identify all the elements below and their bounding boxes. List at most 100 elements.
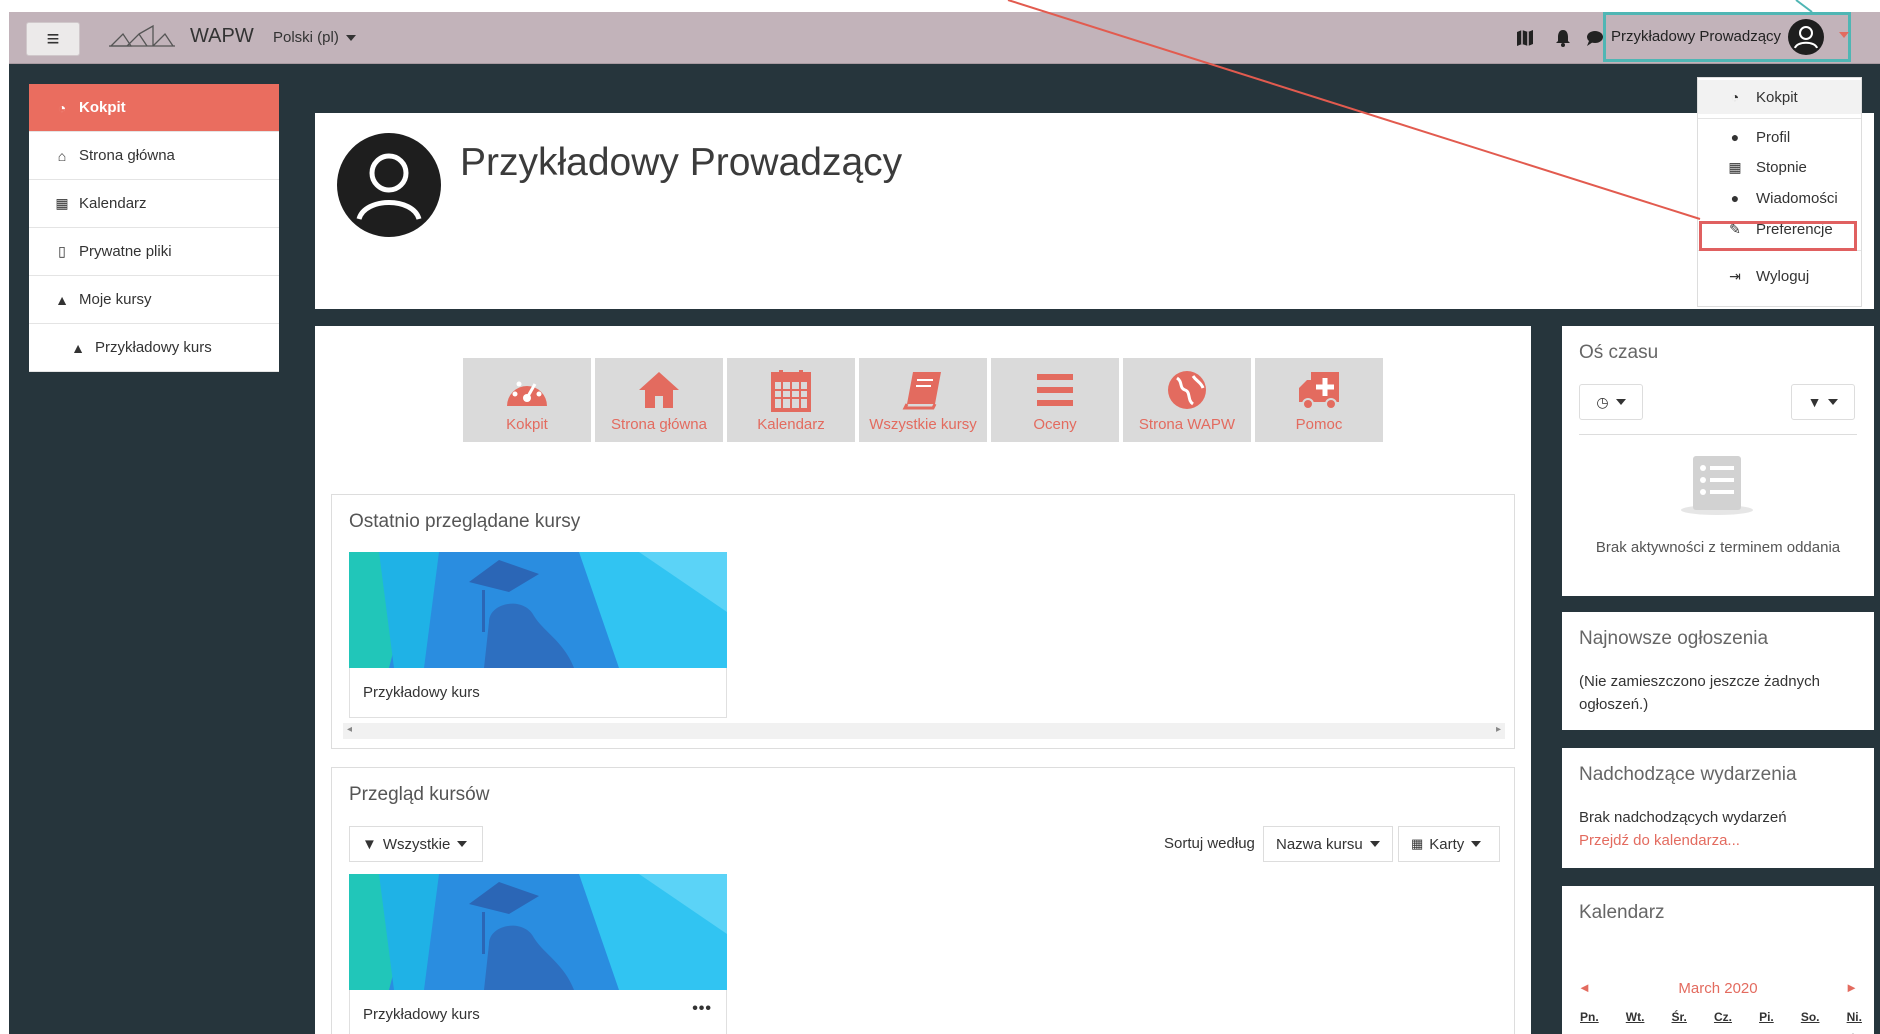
go-to-calendar-link[interactable]: Przejdź do kalendarza... — [1579, 832, 1740, 849]
user-menu-name[interactable]: Przykładowy Prowadzący — [1611, 28, 1781, 45]
weekday: Śr. — [1671, 1010, 1687, 1024]
user-menu-item-stopnie[interactable]: ▦ Stopnie — [1698, 154, 1861, 180]
block-title: Ostatnio przeglądane kursy — [349, 511, 581, 532]
user-menu-item-wyloguj[interactable]: ⇥ Wyloguj — [1698, 263, 1861, 289]
page-title: Przykładowy Prowadzący — [460, 141, 903, 184]
chevron-down-icon — [1369, 841, 1380, 847]
tile-label: Wszystkie kursy — [869, 416, 977, 433]
chat-icon: ● — [1730, 190, 1740, 206]
sidebar-item-label: Kokpit — [79, 99, 126, 116]
tile-label: Kokpit — [506, 416, 548, 433]
view-dropdown[interactable]: ▦ Karty — [1398, 826, 1500, 862]
sidebar-item-strona-glowna[interactable]: ⌂ Strona główna — [29, 132, 279, 180]
divider — [1579, 434, 1857, 435]
graduation-cap-icon: ▲ — [71, 339, 85, 356]
language-menu[interactable]: Polski (pl) — [273, 29, 356, 46]
user-menu-chevron-icon[interactable] — [1839, 32, 1849, 38]
course-card-footer[interactable]: Przykładowy kurs — [349, 668, 727, 718]
filter-dropdown[interactable]: ▼ Wszystkie — [349, 826, 483, 862]
chevron-down-icon — [457, 841, 468, 847]
wapw-logo — [109, 24, 175, 47]
calendar-next-icon[interactable]: ► — [1845, 980, 1858, 995]
main-region: Kokpit Strona główna Kalendarz Wszystkie… — [315, 326, 1531, 1034]
menu-toggle-button[interactable]: ≡ — [26, 22, 80, 56]
ambulance-icon — [1299, 372, 1339, 410]
upcoming-text: Brak nadchodzących wydarzeń — [1579, 809, 1787, 826]
chevron-down-icon — [1615, 399, 1626, 405]
dashboard-icon: ◔ — [57, 99, 67, 116]
chat-icon[interactable] — [1585, 28, 1605, 48]
sidebar-item-kokpit[interactable]: ◔ Kokpit — [29, 84, 279, 132]
file-icon: ▯ — [58, 243, 66, 259]
sidebar-item-label: Moje kursy — [79, 291, 152, 308]
weekday: Wt. — [1625, 1010, 1645, 1024]
sidebar-item-przykladowy-kurs[interactable]: ▲ Przykładowy kurs — [29, 324, 279, 372]
calendar-weekdays: Pn. Wt. Śr. Cz. Pi. So. Ni. — [1580, 1010, 1862, 1024]
timeline-day-filter[interactable]: ◷ — [1579, 384, 1643, 420]
chevron-down-icon — [1471, 841, 1482, 847]
recent-courses-block: Ostatnio przeglądane kursy Przykładowy k… — [331, 494, 1515, 749]
user-menu-item-label: Profil — [1756, 128, 1791, 146]
user-icon: ● — [1730, 129, 1740, 145]
tile-pomoc[interactable]: Pomoc — [1255, 358, 1383, 442]
filter-icon: ▼ — [362, 835, 377, 853]
tile-strona-wapw[interactable]: Strona WAPW — [1123, 358, 1251, 442]
block-title: Kalendarz — [1579, 902, 1665, 923]
tile-wszystkie-kursy[interactable]: Wszystkie kursy — [859, 358, 987, 442]
calendar-block: Kalendarz ◄ March 2020 ► Pn. Wt. Śr. Cz.… — [1562, 886, 1874, 1034]
user-menu-item-kokpit[interactable]: ◔ Kokpit — [1698, 80, 1861, 114]
site-name[interactable]: WAPW — [190, 25, 254, 48]
sort-dropdown[interactable]: Nazwa kursu — [1263, 826, 1393, 862]
tile-label: Strona WAPW — [1138, 416, 1236, 433]
profile-header: Przykładowy Prowadzący — [315, 113, 1874, 309]
sort-value: Nazwa kursu — [1276, 835, 1363, 853]
sidebar-item-label: Strona główna — [79, 147, 175, 164]
weekday: Ni. — [1846, 1010, 1862, 1024]
user-menu-item-label: Wiadomości — [1756, 189, 1838, 207]
tile-kalendarz[interactable]: Kalendarz — [727, 358, 855, 442]
horizontal-scrollbar[interactable]: ◂ ▸ — [343, 723, 1505, 739]
sidebar-item-moje-kursy[interactable]: ▲ Moje kursy — [29, 276, 279, 324]
course-card-footer[interactable]: Przykładowy kurs ••• — [349, 990, 727, 1034]
user-avatar-icon[interactable] — [1788, 19, 1824, 55]
filter-label: Wszystkie — [382, 835, 451, 853]
course-name: Przykładowy kurs — [363, 684, 480, 701]
block-title: Nadchodzące wydarzenia — [1579, 764, 1797, 785]
clock-icon: ◷ — [1596, 393, 1609, 410]
globe-icon — [1168, 371, 1206, 409]
bell-icon[interactable] — [1553, 28, 1573, 48]
calendar-month: March 2020 — [1678, 980, 1758, 997]
sidebar-item-kalendarz[interactable]: ▦ Kalendarz — [29, 180, 279, 228]
scroll-left-icon[interactable]: ◂ — [347, 724, 352, 735]
sort-label: Sortuj według — [1164, 835, 1255, 852]
filter-icon: ▼ — [1807, 394, 1822, 410]
tile-kokpit[interactable]: Kokpit — [463, 358, 591, 442]
quick-links: Kokpit Strona główna Kalendarz Wszystkie… — [463, 358, 1383, 442]
user-menu-item-label: Kokpit — [1756, 88, 1798, 106]
timeline-sort-filter[interactable]: ▼ — [1791, 384, 1855, 420]
course-menu-icon[interactable]: ••• — [692, 1000, 712, 1018]
course-thumbnail-image — [349, 874, 727, 990]
course-name: Przykładowy kurs — [363, 1006, 480, 1023]
home-icon — [639, 372, 679, 408]
weekday: Pi. — [1759, 1010, 1774, 1024]
list-icon — [1037, 374, 1073, 406]
language-label: Polski (pl) — [273, 29, 339, 46]
user-menu-item-profil[interactable]: ● Profil — [1698, 124, 1861, 150]
tile-strona-glowna[interactable]: Strona główna — [595, 358, 723, 442]
tile-label: Kalendarz — [757, 416, 825, 433]
course-image[interactable] — [349, 552, 727, 668]
user-menu-item-label: Stopnie — [1756, 158, 1807, 176]
user-menu-item-wiadomosci[interactable]: ● Wiadomości — [1698, 185, 1861, 211]
top-navbar: ≡ WAPW Polski (pl) Przykładowy Prowadząc… — [9, 12, 1880, 64]
course-image[interactable] — [349, 874, 727, 990]
map-icon[interactable] — [1515, 28, 1535, 48]
grid-icon: ▦ — [1411, 836, 1424, 851]
sign-out-icon: ⇥ — [1729, 267, 1741, 284]
chevron-down-icon — [345, 35, 356, 42]
calendar-icon — [771, 370, 811, 412]
dashboard-icon: ◔ — [1730, 89, 1740, 105]
sidebar-item-prywatne-pliki[interactable]: ▯ Prywatne pliki — [29, 228, 279, 276]
scroll-right-icon[interactable]: ▸ — [1496, 724, 1501, 735]
tile-oceny[interactable]: Oceny — [991, 358, 1119, 442]
